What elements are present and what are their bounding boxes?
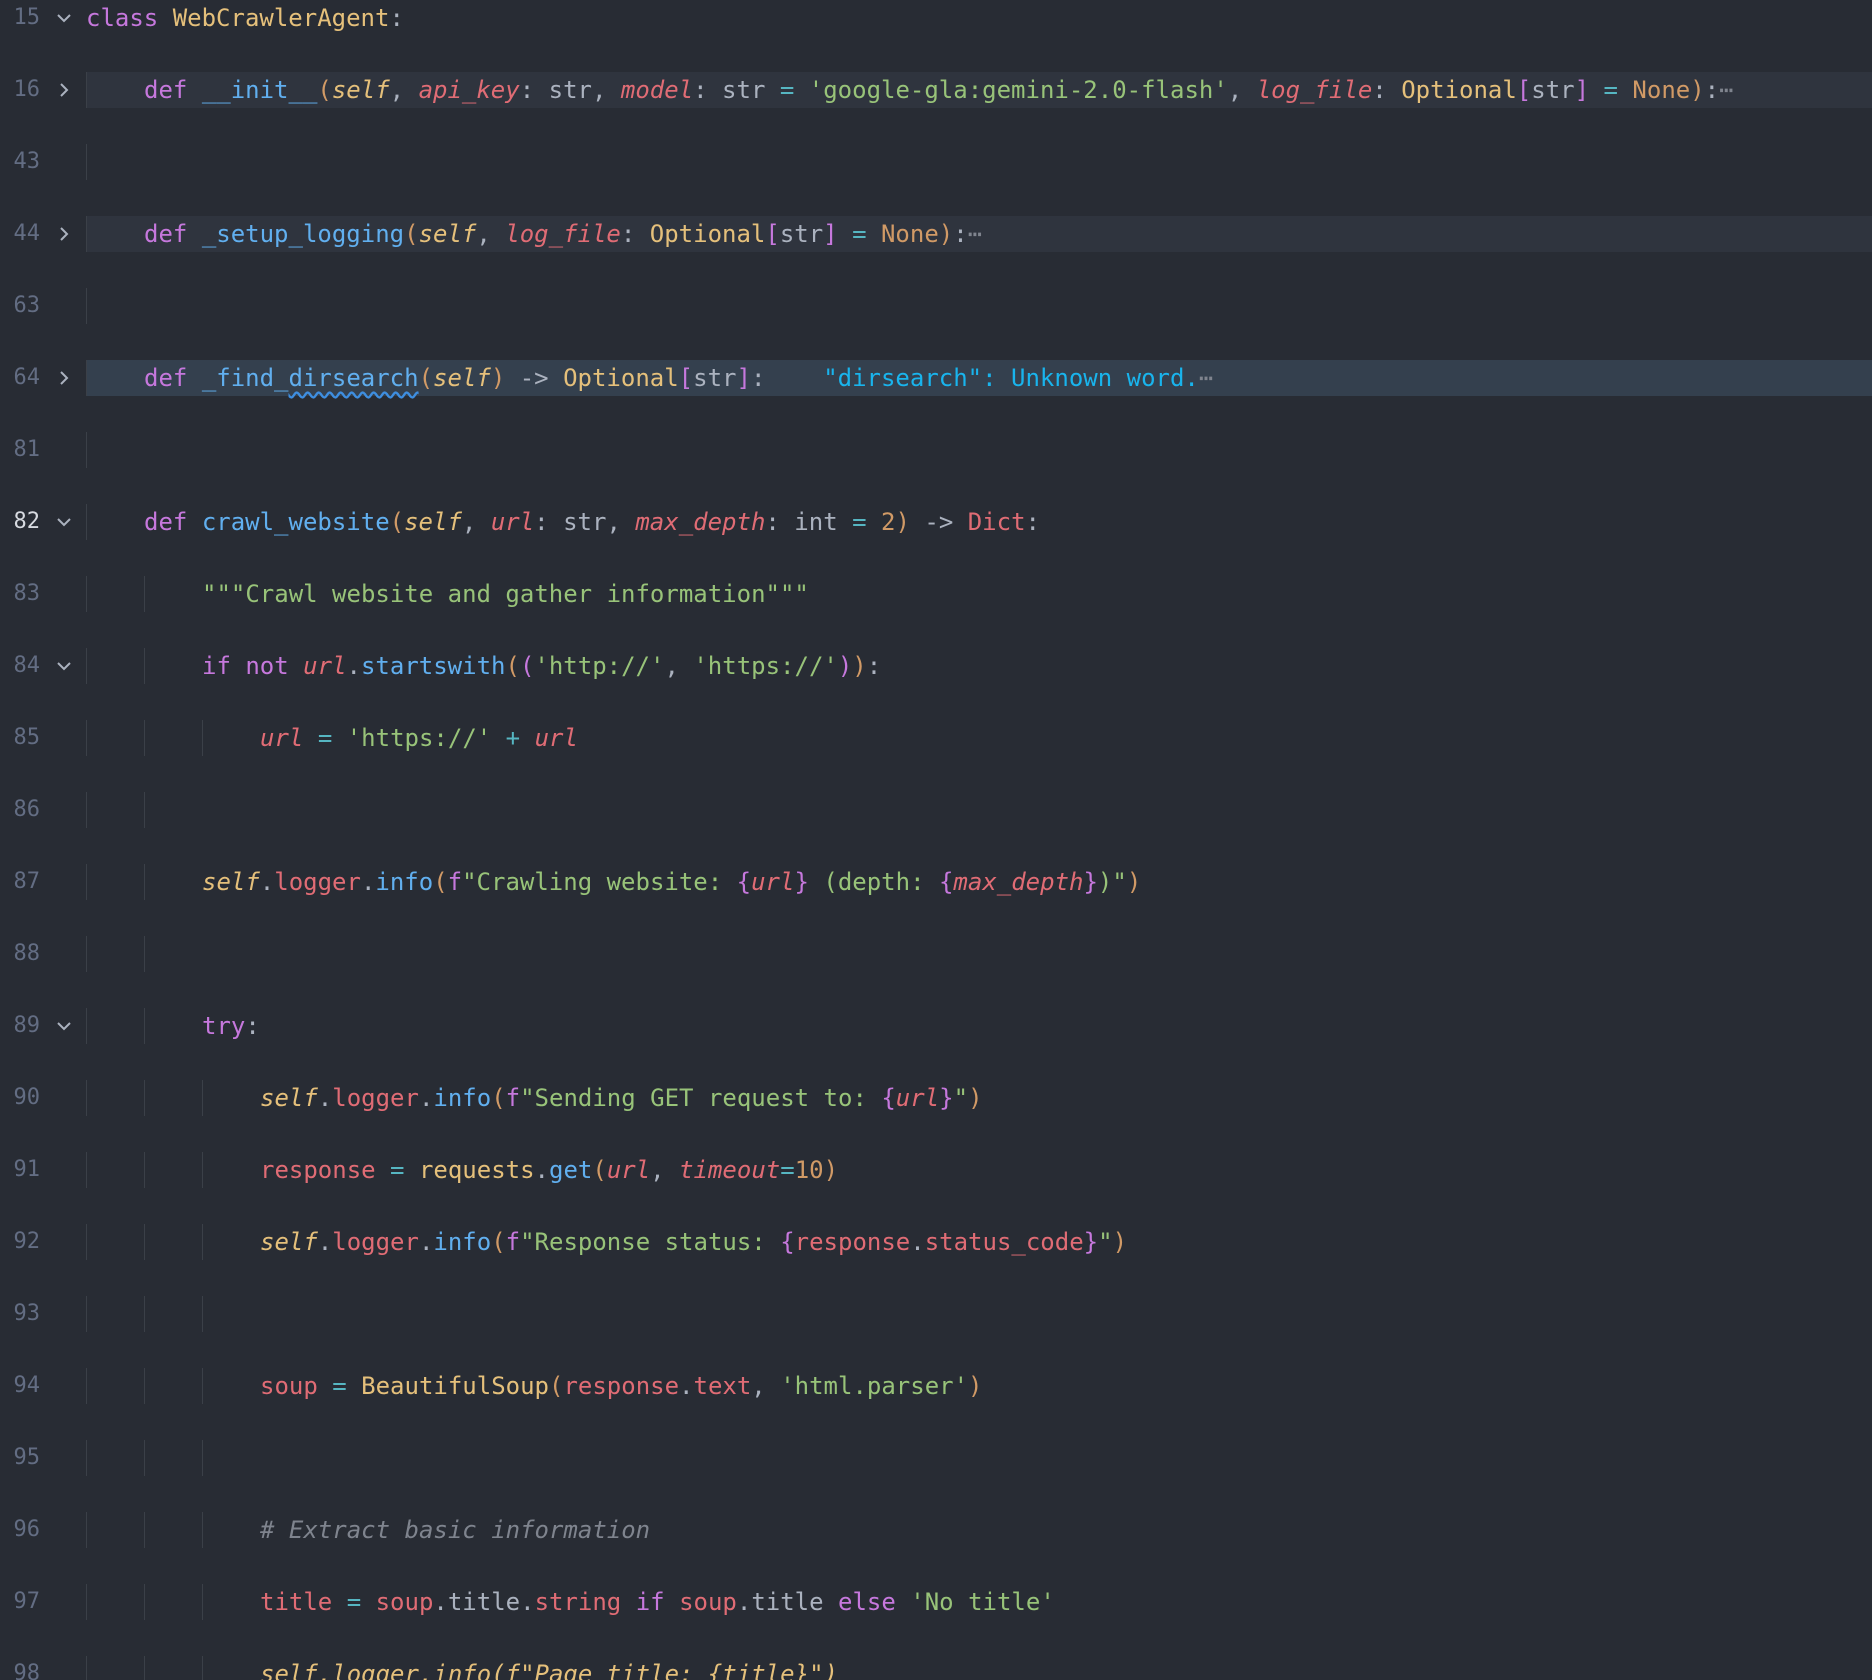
- code-text[interactable]: self.logger.info(f"Crawling website: {ur…: [202, 864, 1141, 900]
- code-text[interactable]: self.logger.info(f"Page title: {title}"): [260, 1656, 838, 1680]
- fold-collapsed-icon[interactable]: [50, 72, 78, 108]
- folded-ellipsis-icon: ⋯: [1719, 76, 1734, 104]
- line-number: 84: [13, 653, 41, 678]
- code-text[interactable]: def _find_dirsearch(self) -> Optional[st…: [144, 360, 1213, 396]
- folded-ellipsis-icon: ⋯: [967, 220, 983, 248]
- code-line[interactable]: 83 """Crawl website and gather informati…: [0, 576, 1872, 612]
- line-number: 63: [13, 293, 41, 318]
- code-text[interactable]: if not url.startswith(('http://', 'https…: [202, 648, 881, 684]
- code-line[interactable]: 89 try:: [0, 1008, 1872, 1044]
- code-line[interactable]: 98 self.logger.info(f"Page title: {title…: [0, 1656, 1872, 1680]
- line-number: 93: [13, 1301, 41, 1326]
- fold-expanded-icon[interactable]: [50, 1008, 78, 1044]
- code-line[interactable]: 81: [0, 432, 1872, 468]
- line-number: 88: [13, 941, 41, 966]
- line-number: 81: [13, 437, 41, 462]
- code-line[interactable]: 92 self.logger.info(f"Response status: {…: [0, 1224, 1872, 1260]
- code-line[interactable]: 85 url = 'https://' + url: [0, 720, 1872, 756]
- line-number: 64: [13, 365, 41, 390]
- code-text[interactable]: def _setup_logging(self, log_file: Optio…: [144, 216, 982, 252]
- fold-expanded-icon[interactable]: [50, 0, 78, 36]
- line-number: 16: [13, 77, 41, 102]
- spelling-warning: dirsearch: [288, 364, 419, 392]
- code-text[interactable]: try:: [202, 1008, 260, 1044]
- code-line[interactable]: 44 def _setup_logging(self, log_file: Op…: [0, 216, 1872, 252]
- line-number: 94: [13, 1373, 41, 1398]
- line-number: 87: [13, 869, 41, 894]
- code-line[interactable]: 90 self.logger.info(f"Sending GET reques…: [0, 1080, 1872, 1116]
- line-number: 89: [13, 1013, 41, 1038]
- code-line[interactable]: 63: [0, 288, 1872, 324]
- code-text[interactable]: """Crawl website and gather information"…: [202, 576, 809, 612]
- code-line[interactable]: 96 # Extract basic information: [0, 1512, 1872, 1548]
- code-text[interactable]: url = 'https://' + url: [260, 720, 578, 756]
- code-line[interactable]: 86: [0, 792, 1872, 828]
- line-number: 95: [13, 1445, 41, 1470]
- code-text[interactable]: def __init__(self, api_key: str, model: …: [144, 72, 1734, 108]
- code-line[interactable]: 15 class WebCrawlerAgent:: [0, 0, 1872, 36]
- fold-collapsed-icon[interactable]: [50, 216, 78, 252]
- code-line[interactable]: 91 response = requests.get(url, timeout=…: [0, 1152, 1872, 1188]
- code-text[interactable]: # Extract basic information: [260, 1512, 650, 1548]
- line-number: 15: [13, 5, 41, 30]
- code-line[interactable]: 82 def crawl_website(self, url: str, max…: [0, 504, 1872, 540]
- inline-diagnostic: "dirsearch": Unknown word.: [823, 364, 1199, 392]
- line-number: 96: [13, 1517, 41, 1542]
- line-number: 90: [13, 1085, 41, 1110]
- code-line[interactable]: 43: [0, 144, 1872, 180]
- code-text[interactable]: class WebCrawlerAgent:: [86, 0, 404, 36]
- line-number: 92: [13, 1229, 41, 1254]
- code-line[interactable]: 87 self.logger.info(f"Crawling website: …: [0, 864, 1872, 900]
- line-number: 98: [13, 1661, 41, 1680]
- code-text[interactable]: soup = BeautifulSoup(response.text, 'htm…: [260, 1368, 983, 1404]
- code-line[interactable]: 84 if not url.startswith(('http://', 'ht…: [0, 648, 1872, 684]
- code-line[interactable]: 97 title = soup.title.string if soup.tit…: [0, 1584, 1872, 1620]
- folded-ellipsis-icon: ⋯: [1198, 364, 1214, 392]
- code-text[interactable]: title = soup.title.string if soup.title …: [260, 1584, 1055, 1620]
- code-text[interactable]: def crawl_website(self, url: str, max_de…: [144, 504, 1040, 540]
- line-number: 91: [13, 1157, 41, 1182]
- code-editor[interactable]: 15 class WebCrawlerAgent: 16 def __init_…: [0, 0, 1872, 1680]
- code-text[interactable]: self.logger.info(f"Response status: {res…: [260, 1224, 1127, 1260]
- code-text[interactable]: response = requests.get(url, timeout=10): [260, 1152, 838, 1188]
- fold-expanded-icon[interactable]: [50, 504, 78, 540]
- code-line[interactable]: 88: [0, 936, 1872, 972]
- line-number: 82: [13, 509, 41, 534]
- line-number: 43: [13, 149, 41, 174]
- code-text[interactable]: self.logger.info(f"Sending GET request t…: [260, 1080, 983, 1116]
- code-line[interactable]: 95: [0, 1440, 1872, 1476]
- line-number: 83: [13, 581, 41, 606]
- fold-expanded-icon[interactable]: [50, 648, 78, 684]
- line-number: 44: [13, 221, 41, 246]
- code-line[interactable]: 93: [0, 1296, 1872, 1332]
- line-number: 97: [13, 1589, 41, 1614]
- code-line[interactable]: 94 soup = BeautifulSoup(response.text, '…: [0, 1368, 1872, 1404]
- fold-collapsed-icon[interactable]: [50, 360, 78, 396]
- line-number: 85: [13, 725, 41, 750]
- code-line[interactable]: 16 def __init__(self, api_key: str, mode…: [0, 72, 1872, 108]
- code-line[interactable]: 64 def _find_dirsearch(self) -> Optional…: [0, 360, 1872, 396]
- line-number: 86: [13, 797, 41, 822]
